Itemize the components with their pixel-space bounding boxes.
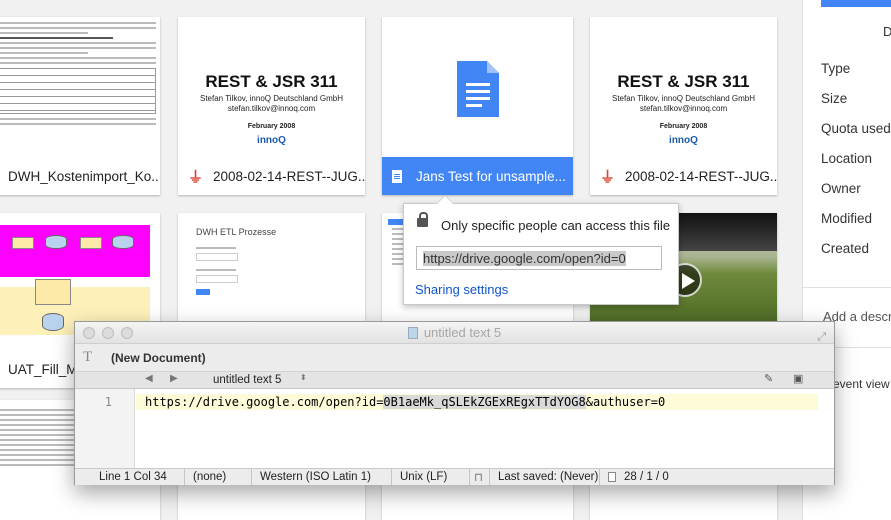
document-list-icon[interactable]: ▣ [793, 372, 803, 385]
tab-dropdown-icon[interactable]: ⬍ [300, 373, 307, 382]
label-type: Type [821, 61, 851, 76]
editor-text-area[interactable]: https://drive.google.com/open?id=0B1aeMk… [145, 395, 665, 409]
text-type-icon: T [83, 349, 93, 365]
access-text: Only specific people can access this fil… [441, 218, 671, 233]
text-editor-window: untitled text 5 ⤢ T (New Document) ◀ ▶ u… [74, 321, 835, 485]
doc-thumbnail [0, 17, 160, 157]
cursor-position: Line 1 Col 34 [75, 469, 185, 485]
url-suffix: &authuser=0 [585, 395, 666, 409]
slide-title: REST & JSR 311 [205, 72, 338, 91]
form-thumbnail: DWH ETL Prozesse [178, 213, 365, 323]
pdf-icon: ⏚ [600, 168, 616, 186]
forward-arrow-icon[interactable]: ▶ [170, 373, 178, 384]
slide-email: stefan.tilkov@innoq.com [639, 104, 728, 113]
pdf-slide-thumbnail: REST & JSR 311 Stefan Tilkov, innoQ Deut… [590, 17, 777, 157]
details-tab-label[interactable]: D [883, 24, 891, 39]
slide-author: Stefan Tilkov, innoQ Deutschland GmbH [611, 94, 756, 103]
label-modified: Modified [821, 211, 873, 226]
google-doc-icon [457, 61, 499, 117]
navigation-bar: ◀ ▶ untitled text 5 ⬍ ✎ ▣ [75, 372, 834, 389]
syntax-mode[interactable]: (none) [185, 469, 252, 485]
label-owner: Owner [821, 181, 861, 196]
slide-author: Stefan Tilkov, innoQ Deutschland GmbH [199, 94, 344, 103]
file-card-rest-pdf-2[interactable]: REST & JSR 311 Stefan Tilkov, innoQ Deut… [590, 17, 777, 195]
innoq-logo: innoQ [257, 135, 286, 146]
file-name: DWH_Kostenimport_Ko... [0, 157, 160, 195]
file-name-selected: Jans Test for unsample... [382, 157, 573, 195]
file-name: ⏚ 2008-02-14-REST--JUG... [178, 157, 365, 195]
url-selected-id: 0B1aeMk_qSLEkZGExREgxTTdYOG8 [383, 395, 586, 409]
close-button[interactable] [83, 327, 95, 339]
sharing-popup: Only specific people can access this fil… [403, 195, 679, 305]
lock-icon [417, 212, 428, 227]
label-created: Created [821, 241, 870, 256]
editor-titlebar[interactable]: untitled text 5 ⤢ [75, 322, 834, 344]
document-bar: T (New Document) [75, 344, 834, 372]
minimize-button[interactable] [102, 327, 114, 339]
innoq-logo: innoQ [669, 135, 698, 146]
line-number-gutter: 1 [75, 389, 135, 468]
label-size: Size [821, 91, 848, 106]
pdf-slide-thumbnail: REST & JSR 311 Stefan Tilkov, innoQ Deut… [178, 17, 365, 157]
event-view-text: event view [833, 377, 890, 391]
share-link-value: https://drive.google.com/open?id=0 [423, 251, 626, 266]
file-card-etl-prozesse[interactable]: DWH ETL Prozesse [178, 213, 365, 323]
document-label: (New Document) [111, 351, 206, 365]
zoom-button[interactable] [121, 327, 133, 339]
label-quota: Quota used [821, 121, 891, 136]
last-saved: Last saved: (Never) [490, 469, 600, 485]
url-prefix: https://drive.google.com/open?id= [145, 395, 384, 409]
slide-date: February 2008 [659, 123, 708, 130]
text-counts: 28 / 1 / 0 [624, 471, 669, 483]
document-icon [608, 472, 616, 482]
file-card-jans-test[interactable]: Jans Test for unsample... [382, 17, 573, 195]
file-name: ⏚ 2008-02-14-REST--JUG... [590, 157, 777, 195]
file-card-rest-pdf-1[interactable]: REST & JSR 311 Stefan Tilkov, innoQ Deut… [178, 17, 365, 195]
gdoc-thumbnail [382, 17, 573, 157]
window-title: untitled text 5 [423, 325, 502, 340]
share-link-field[interactable]: https://drive.google.com/open?id=0 [416, 246, 662, 270]
document-tab[interactable]: untitled text 5 [213, 374, 281, 386]
slide-email: stefan.tilkov@innoq.com [227, 104, 316, 113]
status-bar: Line 1 Col 34 (none) Western (ISO Latin … [75, 468, 834, 485]
doc-title: DWH ETL Prozesse [196, 227, 277, 237]
pen-icon[interactable]: ✎ [764, 372, 773, 385]
document-proxy-icon [407, 327, 418, 339]
slide-title: REST & JSR 311 [617, 72, 750, 91]
file-card-kostenimport[interactable]: DWH_Kostenimport_Ko... [0, 17, 160, 195]
sharing-settings-link[interactable]: Sharing settings [415, 282, 508, 297]
label-location: Location [821, 151, 873, 166]
details-tab-underline [821, 0, 891, 7]
back-arrow-icon[interactable]: ◀ [145, 373, 153, 384]
line-endings-select[interactable]: Unix (LF) [392, 469, 470, 485]
pdf-icon: ⏚ [188, 168, 204, 186]
line-number: 1 [104, 395, 112, 409]
doc-icon [392, 169, 402, 183]
encoding-select[interactable]: Western (ISO Latin 1) [252, 469, 392, 485]
lock-icon[interactable]: ⊓ [470, 469, 490, 485]
slide-date: February 2008 [247, 123, 296, 130]
